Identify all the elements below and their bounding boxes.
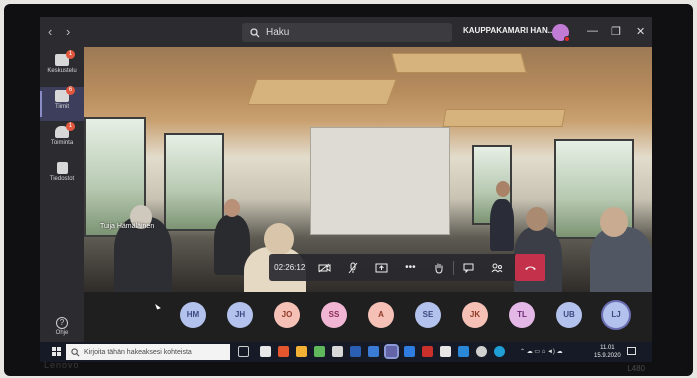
- device-brand: Lenovo: [44, 360, 80, 370]
- chat-icon: 1: [55, 50, 75, 66]
- edge-icon[interactable]: [494, 346, 505, 357]
- app-icon[interactable]: [404, 346, 415, 357]
- app-icon[interactable]: [332, 346, 343, 357]
- help-icon: ?: [56, 317, 68, 329]
- participant-avatar[interactable]: A: [368, 302, 394, 328]
- app-rail: 1 Keskustelu 6 Tiimit 1 Toiminta Tiedost…: [40, 47, 84, 342]
- device-model: L480: [627, 364, 645, 373]
- participant-avatar[interactable]: SS: [321, 302, 347, 328]
- clock-date: 15.9.2020: [594, 353, 621, 359]
- zoom-icon[interactable]: [458, 346, 469, 357]
- ceiling-panel: [247, 79, 397, 105]
- task-view-icon[interactable]: [238, 346, 249, 357]
- rail-item-label: Tiedostot: [49, 176, 75, 182]
- search-icon: [71, 347, 80, 356]
- person-head: [496, 181, 510, 197]
- back-button[interactable]: ‹: [48, 24, 52, 39]
- bell-icon: 1: [55, 122, 75, 138]
- clock-time: 11.01: [600, 345, 615, 351]
- badge: 6: [66, 86, 75, 95]
- forward-button[interactable]: ›: [66, 24, 70, 39]
- title-bar: ‹ › Haku KAUPPAKAMARI HAN... ⌄ — ❐ ✕: [40, 17, 652, 47]
- participant-avatar[interactable]: TL: [509, 302, 535, 328]
- settings-icon[interactable]: [476, 346, 487, 357]
- chat-icon[interactable]: [454, 254, 483, 281]
- system-clock[interactable]: 11.01 15.9.2020: [594, 344, 621, 360]
- org-name: KAUPPAKAMARI HAN...: [463, 26, 555, 35]
- participants-icon[interactable]: [483, 254, 512, 281]
- taskbar-search-placeholder: Kirjoita tähän hakeaksesi kohteista: [84, 348, 192, 356]
- rail-item-chat[interactable]: 1 Keskustelu: [40, 50, 84, 85]
- ceiling-panel: [391, 53, 527, 73]
- projection-screen: [310, 127, 450, 235]
- rail-item-label: Keskustelu: [47, 68, 77, 74]
- search-input[interactable]: Haku: [242, 23, 452, 42]
- store-icon[interactable]: [260, 346, 271, 357]
- photoshop-icon[interactable]: [350, 346, 361, 357]
- window: [164, 133, 224, 231]
- participant-strip: HM JH JO SS A SE JK TL UB LJ: [84, 292, 652, 342]
- participant-avatar[interactable]: JH: [227, 302, 253, 328]
- minimize-button[interactable]: —: [587, 25, 598, 37]
- restore-button[interactable]: ❐: [611, 25, 621, 38]
- app-icon[interactable]: [314, 346, 325, 357]
- speaker-name-label: Tuija Hämäläinen: [100, 223, 155, 230]
- video-stage: Tuija Hämäläinen 02:26:12 •••: [84, 47, 652, 292]
- badge: 1: [66, 50, 75, 59]
- participant-avatar[interactable]: JK: [462, 302, 488, 328]
- share-screen-icon[interactable]: [368, 254, 397, 281]
- more-options-button[interactable]: •••: [396, 254, 425, 281]
- hang-up-button[interactable]: [515, 254, 545, 281]
- call-controls: 02:26:12 •••: [269, 254, 545, 281]
- files-icon: [56, 162, 68, 174]
- indesign-icon[interactable]: [422, 346, 433, 357]
- participant-avatar[interactable]: LJ: [603, 302, 629, 328]
- teams-taskbar-icon[interactable]: [384, 344, 399, 359]
- laptop-bezel: ‹ › Haku KAUPPAKAMARI HAN... ⌄ — ❐ ✕ 1 K…: [4, 4, 693, 376]
- participant-avatar[interactable]: UB: [556, 302, 582, 328]
- hang-up-icon: [524, 266, 536, 270]
- org-switcher[interactable]: KAUPPAKAMARI HAN... ⌄: [463, 26, 563, 35]
- person: [590, 227, 652, 292]
- rail-item-label: Tiimit: [54, 104, 70, 110]
- windows-taskbar: Kirjoita tähän hakeaksesi kohteista ⌃ ☁ …: [40, 342, 652, 362]
- person: [490, 199, 514, 251]
- search-placeholder: Haku: [266, 27, 290, 38]
- person-head: [600, 207, 628, 237]
- screen: ‹ › Haku KAUPPAKAMARI HAN... ⌄ — ❐ ✕ 1 K…: [40, 17, 652, 362]
- taskbar-search-input[interactable]: Kirjoita tähän hakeaksesi kohteista: [66, 344, 230, 360]
- participant-avatar[interactable]: JO: [274, 302, 300, 328]
- teams-icon: 6: [55, 86, 75, 102]
- profile-avatar[interactable]: [552, 24, 570, 42]
- person-head: [264, 223, 294, 255]
- person-head: [526, 207, 548, 231]
- participant-avatar[interactable]: HM: [180, 302, 206, 328]
- rail-item-label: Toiminta: [50, 140, 74, 146]
- rail-item-activity[interactable]: 1 Toiminta: [40, 122, 84, 157]
- mouse-cursor: [155, 302, 161, 310]
- app-icon[interactable]: [278, 346, 289, 357]
- badge: 1: [66, 122, 75, 131]
- participant-avatar[interactable]: SE: [415, 302, 441, 328]
- call-timer: 02:26:12: [274, 263, 306, 272]
- ceiling-panel: [442, 109, 566, 127]
- photos-icon[interactable]: [296, 346, 307, 357]
- app-icon[interactable]: [368, 346, 379, 357]
- windows-start-icon[interactable]: [52, 347, 61, 356]
- camera-off-icon[interactable]: [310, 254, 339, 281]
- help-button[interactable]: ? Ohje: [52, 317, 72, 336]
- rail-item-files[interactable]: Tiedostot: [40, 159, 84, 193]
- close-button[interactable]: ✕: [636, 25, 645, 38]
- notification-icon[interactable]: [627, 347, 636, 355]
- help-label: Ohje: [55, 330, 69, 336]
- person-head: [224, 199, 240, 217]
- mic-off-icon[interactable]: [339, 254, 368, 281]
- search-icon: [250, 27, 260, 37]
- rail-item-teams[interactable]: 6 Tiimit: [40, 86, 84, 121]
- tray-icons[interactable]: ⌃ ☁ ▭ ⌂ ◄) ☁: [520, 348, 563, 355]
- status-dot: [564, 36, 570, 42]
- raise-hand-icon[interactable]: [425, 254, 454, 281]
- acrobat-icon[interactable]: [440, 346, 451, 357]
